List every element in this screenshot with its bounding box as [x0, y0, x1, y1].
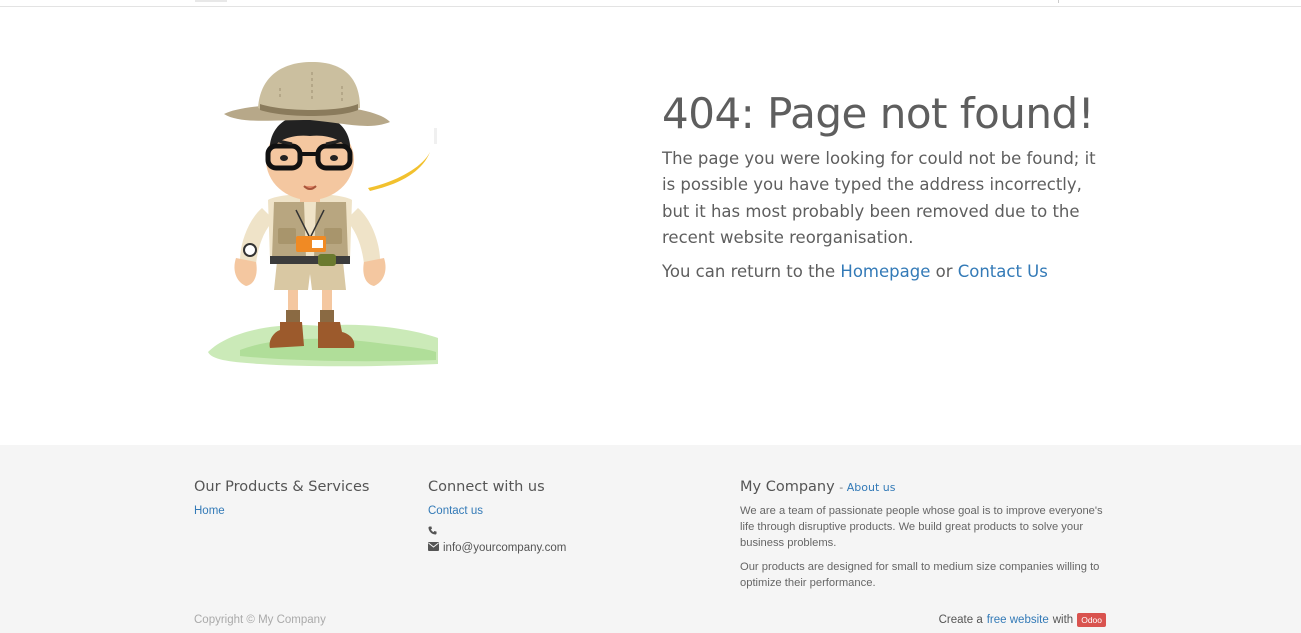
navbar-brand[interactable]	[195, 0, 227, 2]
company-description-1: We are a team of passionate people whose…	[740, 505, 1103, 549]
email-line: info@yourcompany.com	[428, 540, 688, 556]
phone-icon	[428, 524, 437, 540]
contact-us-link[interactable]: Contact Us	[958, 262, 1048, 281]
footer-connect-column: Connect with us Contact us info@yourcomp…	[428, 478, 688, 556]
envelope-icon	[428, 540, 439, 556]
email-address[interactable]: info@yourcompany.com	[443, 540, 566, 556]
heading-separator: -	[839, 481, 844, 494]
footer-contact-link[interactable]: Contact us	[428, 502, 688, 520]
footer-home-link[interactable]: Home	[194, 502, 394, 520]
company-name: My Company	[740, 479, 835, 495]
footer: Our Products & Services Home Connect wit…	[0, 445, 1301, 633]
copyright-text: Copyright © My Company	[194, 614, 326, 626]
footer-company-column: My Company - About us We are a team of p…	[740, 478, 1112, 591]
powered-by: Create a free website with Odoo	[939, 613, 1106, 627]
odoo-badge[interactable]: Odoo	[1077, 613, 1106, 627]
company-description-2: Our products are designed for small to m…	[740, 561, 1100, 589]
navbar-divider	[1058, 0, 1059, 3]
about-us-link[interactable]: About us	[847, 481, 896, 494]
top-navbar	[0, 0, 1301, 7]
or-text: or	[935, 262, 953, 282]
phone-line	[428, 524, 688, 540]
return-prefix: You can return to the	[662, 262, 836, 282]
homepage-link[interactable]: Homepage	[840, 262, 930, 281]
company-heading: My Company - About us	[740, 478, 1112, 497]
free-website-link[interactable]: free website	[987, 613, 1049, 627]
powered-with: with	[1052, 614, 1074, 626]
footer-products-column: Our Products & Services Home	[194, 478, 394, 520]
error-section: 404: Page not found! The page you were l…	[662, 88, 1112, 285]
error-message: The page you were looking for could not …	[662, 149, 1096, 247]
return-text: You can return to the Homepage or Contac…	[662, 259, 1112, 285]
powered-prefix: Create a	[938, 614, 983, 626]
connect-heading: Connect with us	[428, 479, 545, 495]
explorer-illustration	[200, 60, 438, 368]
page-title: 404: Page not found!	[662, 89, 1095, 138]
products-heading: Our Products & Services	[194, 479, 370, 495]
